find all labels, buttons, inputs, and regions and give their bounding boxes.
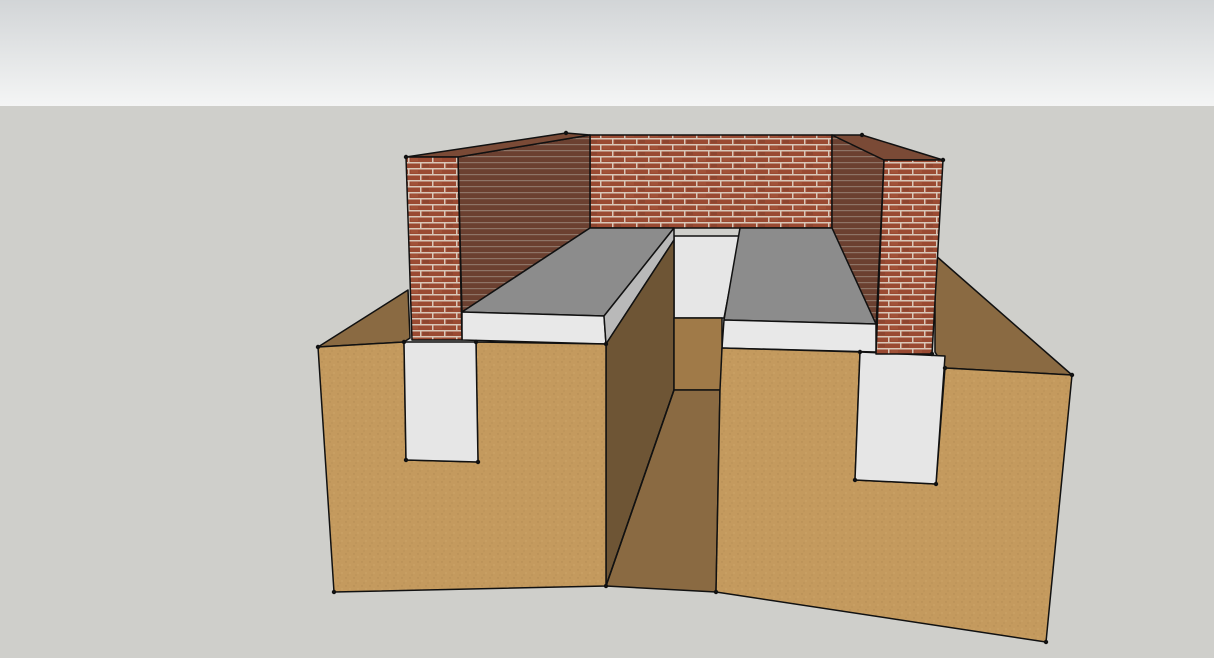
slab-right-front xyxy=(721,319,877,353)
brick-pier-left-front xyxy=(405,156,463,341)
brick-wall-back xyxy=(589,134,833,229)
sky xyxy=(0,0,1214,106)
brick-pier-right-front xyxy=(875,159,944,355)
trench-back-soil xyxy=(673,317,723,391)
footing-left xyxy=(403,341,479,463)
slab-left-front xyxy=(461,311,607,345)
sketchup-viewport[interactable] xyxy=(0,0,1214,658)
footing-right xyxy=(854,351,946,485)
